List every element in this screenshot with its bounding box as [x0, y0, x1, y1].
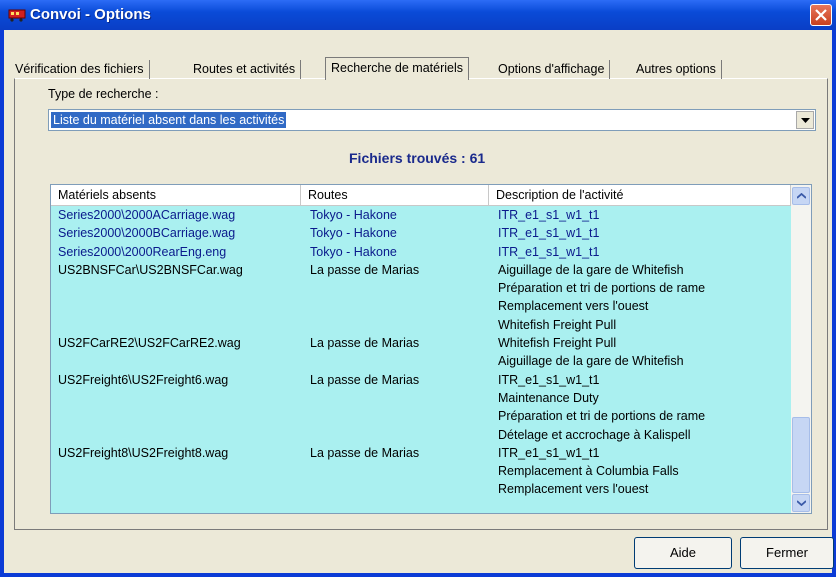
route-cell	[301, 426, 489, 444]
table-row[interactable]: Series2000\2000BCarriage.wag Tokyo - Hako…	[51, 224, 791, 242]
search-type-label: Type de recherche :	[48, 87, 159, 101]
table-row[interactable]: Remplacement vers l'ouest	[51, 297, 791, 315]
activity-description-cell: Maintenance Duty	[498, 390, 599, 405]
activity-description-cell: ITR_e1_s1_w1_t1	[498, 372, 600, 387]
material-cell	[51, 480, 301, 498]
material-cell: US2Freight8\US2Freight8.wag	[58, 445, 229, 460]
activity-description-cell: Préparation et tri de portions de rame	[498, 281, 706, 296]
tab-material-search[interactable]: Recherche de matériels	[325, 57, 470, 80]
train-icon	[8, 9, 26, 22]
missing-materials-list[interactable]: Matériels absents Routes Description de …	[50, 184, 812, 514]
activity-description-cell: Whitefish Freight Pull	[498, 317, 617, 332]
chevron-down-icon	[797, 500, 806, 506]
chevron-up-icon	[797, 193, 806, 199]
search-type-value: Liste du matériel absent dans les activi…	[51, 112, 287, 128]
route-cell: Tokyo - Hakone	[310, 226, 397, 241]
activity-description-cell: Préparation et tri de portions de rame	[498, 409, 706, 424]
table-row[interactable]: Aiguillage de la gare de Whitefish	[51, 352, 791, 370]
scroll-down-button[interactable]	[792, 494, 810, 512]
route-cell: Tokyo - Hakone	[310, 244, 397, 259]
route-cell	[301, 297, 489, 315]
table-row[interactable]: Remplacement à Columbia Falls	[51, 462, 791, 480]
table-row[interactable]: Préparation et tri de portions de rame	[51, 407, 791, 425]
material-cell: US2Freight6\US2Freight6.wag	[58, 372, 229, 387]
table-row[interactable]: Series2000\2000ACarriage.wag Tokyo - Hako…	[51, 206, 791, 224]
material-cell: US2BNSFCar\US2BNSFCar.wag	[58, 262, 243, 277]
help-button[interactable]: Aide	[634, 537, 732, 569]
route-cell	[301, 480, 489, 498]
route-cell: La passe de Marias	[310, 262, 420, 277]
route-cell	[301, 389, 489, 407]
vertical-scrollbar[interactable]	[791, 185, 811, 513]
column-header-materials[interactable]: Matériels absents	[51, 185, 301, 205]
material-cell: Series2000\2000BCarriage.wag	[58, 226, 236, 241]
window-title: Convoi - Options	[30, 6, 151, 23]
column-header-activity-description[interactable]: Description de l'activité	[489, 185, 791, 205]
route-cell	[301, 407, 489, 425]
material-cell: Series2000\2000RearEng.eng	[58, 244, 227, 259]
activity-description-cell: ITR_e1_s1_w1_t1	[498, 226, 600, 241]
table-row[interactable]: Whitefish Freight Pull	[51, 316, 791, 334]
files-found-count: Fichiers trouvés : 61	[349, 150, 486, 166]
list-header: Matériels absents Routes Description de …	[51, 185, 791, 206]
table-row[interactable]: Dételage et accrochage à Kalispell	[51, 426, 791, 444]
activity-description-cell: Aiguillage de la gare de Whitefish	[498, 262, 684, 277]
scroll-up-button[interactable]	[792, 187, 810, 205]
route-cell	[301, 352, 489, 370]
dropdown-button[interactable]	[796, 111, 814, 129]
material-cell	[51, 316, 301, 334]
table-row[interactable]: US2Freight8\US2Freight8.wag La passe de M…	[51, 444, 791, 462]
table-row[interactable]: US2FCarRE2\US2FCarRE2.wag La passe de Mar…	[51, 334, 791, 352]
tab-routes-activities[interactable]: Routes et activités	[188, 60, 302, 79]
route-cell: Tokyo - Hakone	[310, 208, 397, 222]
route-cell: La passe de Marias	[310, 372, 420, 387]
material-cell: US2FCarRE2\US2FCarRE2.wag	[58, 336, 241, 351]
options-dialog: Convoi - Options Vérification des fichie…	[0, 0, 836, 577]
activity-description-cell: Remplacement à Columbia Falls	[498, 464, 679, 479]
activity-description-cell: Aiguillage de la gare de Whitefish	[498, 354, 684, 369]
title-bar[interactable]: Convoi - Options	[0, 0, 836, 30]
activity-description-cell: Remplacement vers l'ouest	[498, 482, 649, 497]
material-cell	[51, 352, 301, 370]
close-window-button[interactable]	[810, 4, 832, 26]
close-icon	[815, 9, 827, 21]
route-cell: La passe de Marias	[310, 336, 420, 351]
table-row[interactable]: Series2000\2000RearEng.eng Tokyo - Hakone…	[51, 243, 791, 261]
chevron-down-icon	[801, 118, 810, 123]
tab-display-options[interactable]: Options d'affichage	[493, 60, 611, 79]
close-button[interactable]: Fermer	[740, 537, 834, 569]
material-cell	[51, 462, 301, 480]
column-header-routes[interactable]: Routes	[301, 185, 489, 205]
search-type-select[interactable]: Liste du matériel absent dans les activi…	[48, 109, 816, 131]
route-cell	[301, 462, 489, 480]
material-cell	[51, 297, 301, 315]
tab-other-options[interactable]: Autres options	[631, 60, 722, 79]
tab-file-verification[interactable]: Vérification des fichiers	[10, 60, 150, 79]
table-row[interactable]: Maintenance Duty	[51, 389, 791, 407]
table-row[interactable]: Préparation et tri de portions de rame	[51, 279, 791, 297]
route-cell: La passe de Marias	[310, 445, 420, 460]
activity-description-cell: ITR_e1_s1_w1_t1	[498, 445, 600, 460]
material-cell	[51, 407, 301, 425]
route-cell	[301, 316, 489, 334]
activity-description-cell: ITR_e1_s1_w1_t1	[498, 244, 600, 259]
route-cell	[301, 279, 489, 297]
table-row[interactable]: US2BNSFCar\US2BNSFCar.wag La passe de Mar…	[51, 261, 791, 279]
material-cell: Series2000\2000ACarriage.wag	[58, 208, 236, 222]
activity-description-cell: Remplacement vers l'ouest	[498, 299, 649, 314]
material-cell	[51, 426, 301, 444]
activity-description-cell: ITR_e1_s1_w1_t1	[498, 208, 600, 222]
table-row[interactable]: Remplacement vers l'ouest	[51, 480, 791, 498]
material-cell	[51, 279, 301, 297]
list-rows: Series2000\2000ACarriage.wag Tokyo - Hako…	[51, 206, 791, 499]
activity-description-cell: Dételage et accrochage à Kalispell	[498, 427, 691, 442]
table-row[interactable]: US2Freight6\US2Freight6.wag La passe de M…	[51, 371, 791, 389]
material-cell	[51, 389, 301, 407]
scrollbar-thumb[interactable]	[792, 417, 810, 493]
activity-description-cell: Whitefish Freight Pull	[498, 336, 617, 351]
